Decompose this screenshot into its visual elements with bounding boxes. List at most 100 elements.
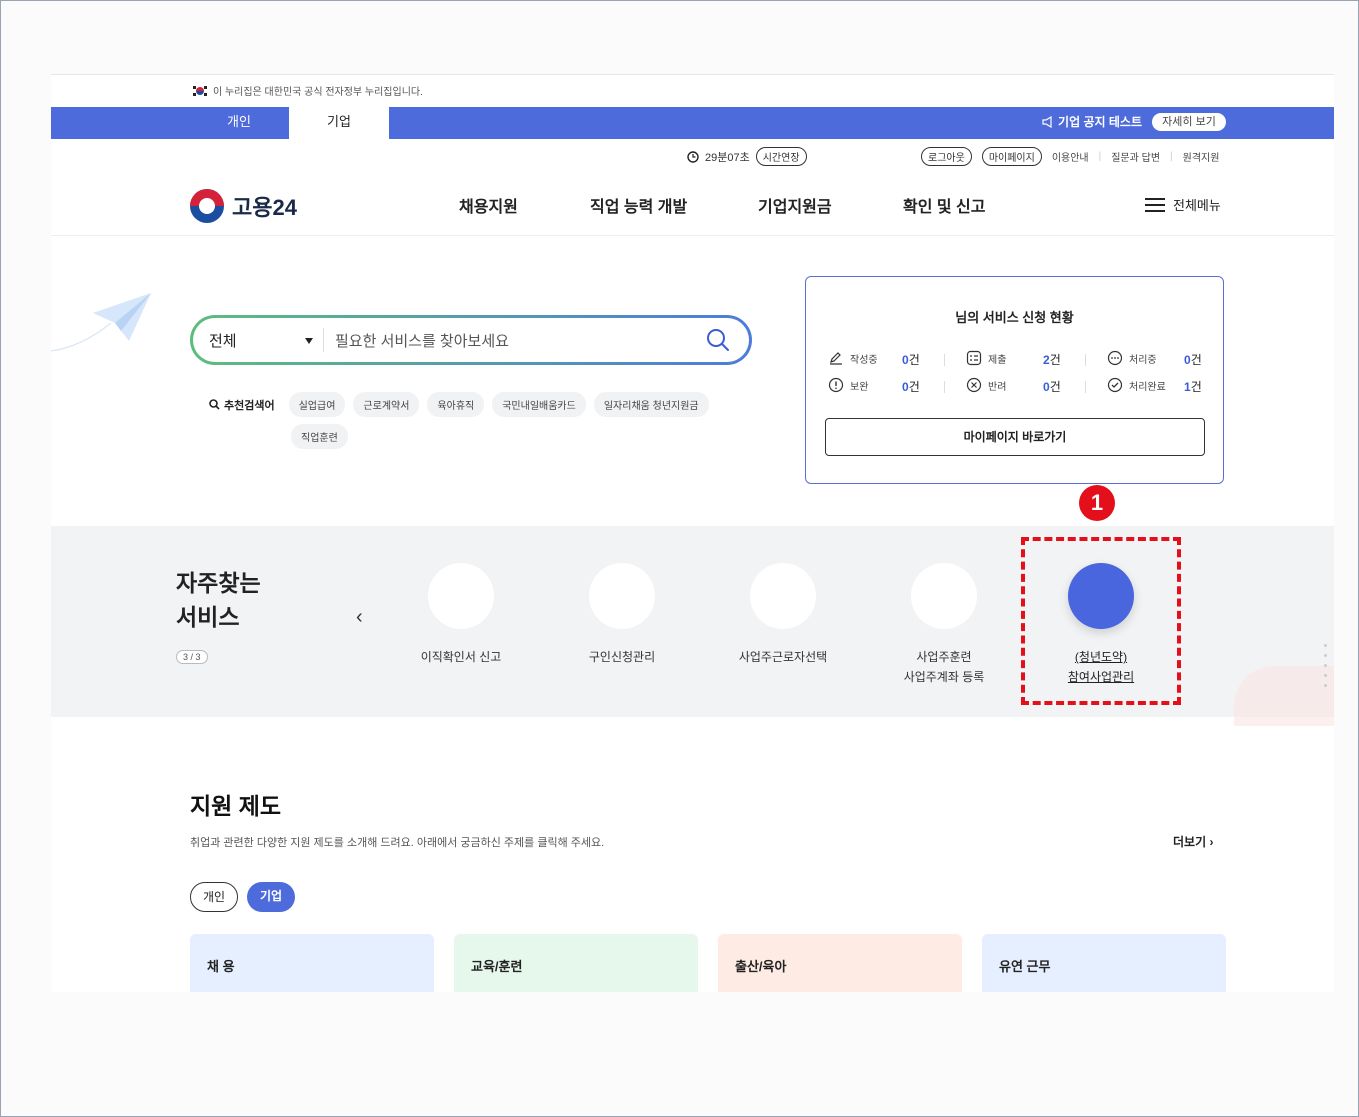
status-label: 보완: [850, 381, 869, 393]
go-to-mypage-button[interactable]: 마이페이지 바로가기: [825, 418, 1205, 456]
title-line: 자주찾는: [176, 570, 261, 596]
x-circle-icon: [966, 377, 982, 393]
frequent-services-section: 자주찾는 서비스 3 / 3 ‹ 이직확인서 신고 구인신청관리 사업주근로자선…: [51, 526, 1334, 726]
service-label: 사업주근로자선택: [738, 650, 828, 664]
support-card-flexible-work[interactable]: 유연 근무: [982, 934, 1226, 992]
support-card-childcare[interactable]: 출산/육아: [718, 934, 962, 992]
header-divider: [51, 235, 1334, 236]
gov-banner: 이 누리집은 대한민국 공식 전자정부 누리집입니다.: [193, 83, 423, 98]
page-indicator: 3 / 3: [176, 650, 208, 664]
nav-skill-development[interactable]: 직업 능력 개발: [590, 193, 687, 217]
search-box: 전체: [190, 315, 752, 365]
clock-icon: [687, 150, 699, 163]
status-count: 0건: [902, 380, 920, 394]
status-label: 작성중: [850, 354, 878, 366]
paper-plane-icon: [51, 293, 151, 352]
status-count: 1건: [1184, 380, 1202, 394]
exclamation-circle-icon: [828, 377, 844, 393]
keyword-chip[interactable]: 일자리채움 청년지원금: [593, 392, 709, 417]
nav-subsidy[interactable]: 기업지원금: [758, 193, 832, 217]
divider: [944, 381, 945, 393]
search-input[interactable]: [333, 327, 697, 355]
status-item-drafting[interactable]: 작성중: [828, 350, 878, 366]
caret-down-icon[interactable]: [305, 338, 313, 344]
divider: [1085, 381, 1086, 393]
recommended-label: 추천검색어: [209, 397, 275, 413]
status-label: 반려: [988, 381, 1007, 393]
divider: [1085, 354, 1086, 366]
notice-detail-button[interactable]: 자세히 보기: [1152, 113, 1226, 131]
toggle-company[interactable]: 기업: [247, 882, 295, 912]
extend-session-button[interactable]: 시간연장: [755, 147, 807, 166]
service-item[interactable]: 이직확인서 신고: [386, 563, 536, 667]
keyword-chip[interactable]: 직업훈련: [291, 424, 348, 449]
status-title: 님의 서비스 신청 현황: [955, 310, 1074, 325]
guide-link[interactable]: 이용안내: [1052, 149, 1089, 164]
keyword-chip[interactable]: 육아휴직: [427, 392, 485, 417]
search-icon[interactable]: [705, 327, 731, 353]
keyword-chip[interactable]: 국민내일배움카드: [492, 392, 586, 417]
keyword-chip[interactable]: 실업급여: [288, 392, 346, 417]
service-icon: [750, 563, 816, 629]
card-label: 출산/육아: [735, 959, 787, 974]
card-label: 유연 근무: [999, 959, 1051, 974]
step-callout-badge: 1: [1079, 485, 1115, 521]
service-label: 사업주훈련 사업주계좌 등록: [903, 650, 985, 684]
card-label: 채 용: [207, 959, 235, 974]
service-item[interactable]: 사업주훈련 사업주계좌 등록: [869, 563, 1019, 687]
service-label: 이직확인서 신고: [420, 650, 502, 664]
gov-banner-text: 이 누리집은 대한민국 공식 전자정부 누리집입니다.: [213, 87, 423, 98]
qa-link[interactable]: 질문과 답변: [1111, 149, 1160, 164]
highlight-box: [1021, 537, 1181, 705]
page: 이 누리집은 대한민국 공식 전자정부 누리집입니다. 개인 기업 기업 공지 …: [51, 74, 1334, 992]
all-menu-button[interactable]: 전체메뉴: [1145, 195, 1221, 214]
decoration: [1234, 666, 1334, 726]
scroll-dots: [1324, 644, 1328, 694]
nav-report[interactable]: 확인 및 신고: [903, 193, 986, 217]
checklist-icon: [966, 350, 982, 366]
toggle-personal[interactable]: 개인: [190, 882, 238, 912]
notice[interactable]: 기업 공지 테스트: [1042, 113, 1142, 130]
keyword-chip[interactable]: 근로계약서: [353, 392, 420, 417]
status-count: 0건: [902, 353, 920, 367]
service-item[interactable]: 사업주근로자선택: [708, 563, 858, 667]
status-count: 2건: [1043, 353, 1061, 367]
chevron-left-icon[interactable]: ‹: [356, 606, 363, 629]
logout-button[interactable]: 로그아웃: [921, 147, 972, 166]
service-icon: [589, 563, 655, 629]
support-card-training[interactable]: 교육/훈련: [454, 934, 698, 992]
chevron-right-icon: ›: [1209, 835, 1214, 849]
status-label: 처리중: [1129, 354, 1157, 366]
tab-company[interactable]: 기업: [289, 107, 389, 139]
megaphone-icon: [1042, 115, 1052, 128]
ellipsis-circle-icon: [1107, 350, 1123, 366]
support-title: 지원 제도: [190, 793, 282, 819]
pencil-icon: [830, 352, 842, 365]
all-menu-label: 전체메뉴: [1173, 198, 1221, 213]
status-label: 처리완료: [1129, 381, 1166, 393]
service-item[interactable]: 구인신청관리: [547, 563, 697, 667]
korea-flag-icon: [193, 85, 207, 96]
more-label: 더보기: [1173, 835, 1207, 849]
status-item-processing[interactable]: 처리중: [1107, 350, 1157, 366]
tab-personal[interactable]: 개인: [189, 107, 289, 139]
service-label: 구인신청관리: [588, 650, 656, 664]
logo-text: 고용24: [232, 195, 297, 220]
title-line: 서비스: [176, 604, 240, 630]
notice-text: 기업 공지 테스트: [1058, 115, 1142, 129]
site-logo[interactable]: 고용24: [190, 189, 297, 223]
status-item-submitted[interactable]: 제출: [966, 350, 1006, 366]
divider: [944, 354, 945, 366]
status-item-rejected[interactable]: 반려: [966, 377, 1006, 393]
support-card-recruit[interactable]: 채 용: [190, 934, 434, 992]
more-link[interactable]: 더보기 ›: [1173, 833, 1213, 850]
nav-recruit[interactable]: 채용지원: [459, 193, 518, 217]
divider: |: [1170, 151, 1173, 162]
status-count: 0건: [1043, 380, 1061, 394]
search-category-select[interactable]: 전체: [209, 330, 237, 351]
status-item-completed[interactable]: 처리완료: [1107, 377, 1166, 393]
status-item-supplement[interactable]: 보완: [828, 377, 868, 393]
remote-support-link[interactable]: 원격지원: [1183, 149, 1220, 164]
mypage-link[interactable]: 마이페이지: [981, 147, 1042, 166]
support-description: 취업과 관련한 다양한 지원 제도를 소개해 드려요. 아래에서 궁금하신 주제…: [190, 837, 605, 849]
